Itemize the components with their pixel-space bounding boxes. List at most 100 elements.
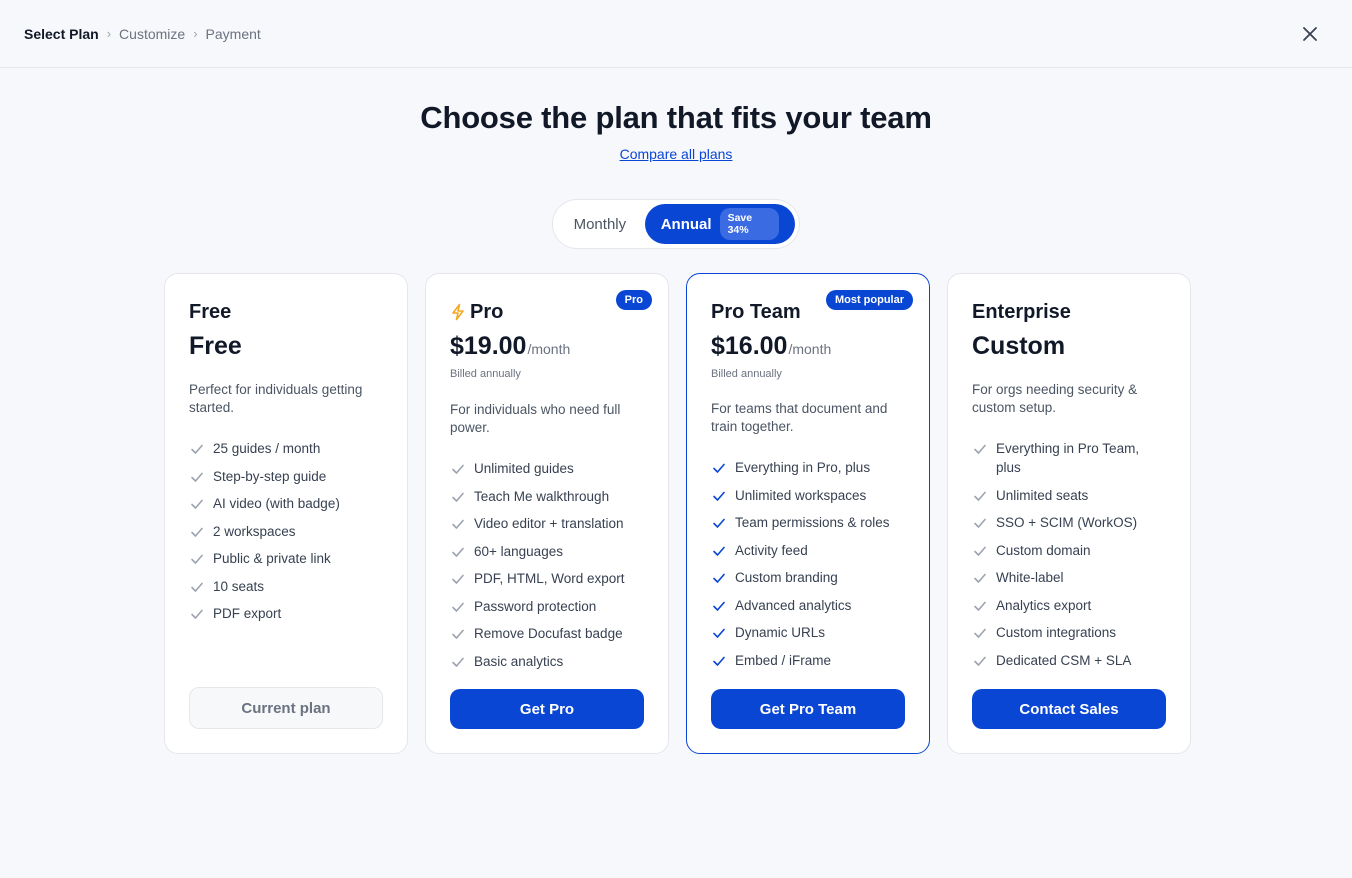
feature-label: Team permissions & roles <box>735 515 890 530</box>
check-icon <box>452 574 464 584</box>
feature-label: Public & private link <box>213 551 331 566</box>
feature-label: Basic analytics <box>474 653 564 669</box>
check-icon <box>452 519 464 529</box>
plan-price-period: /month <box>788 341 832 357</box>
plan-price-amount: Custom <box>972 332 1066 360</box>
breadcrumb-separator: › <box>106 26 112 41</box>
plan-description: For teams that document and train togeth… <box>711 401 888 434</box>
breadcrumb-step-payment[interactable]: Payment <box>206 26 261 42</box>
billed-note: Billed annually <box>450 368 521 380</box>
compare-link-wrapper: Compare all plans <box>0 146 1352 164</box>
feature-label: PDF, HTML, Word export <box>474 571 625 586</box>
check-icon <box>974 601 986 611</box>
breadcrumb-step-customize[interactable]: Customize <box>119 26 185 42</box>
check-icon <box>191 444 203 454</box>
feature-item: Dynamic URLs <box>711 623 905 642</box>
compare-all-plans-link[interactable]: Compare all plans <box>620 146 733 162</box>
top-bar: Select Plan › Customize › Payment <box>0 0 1352 68</box>
current-plan-button[interactable]: Current plan <box>189 687 383 729</box>
check-icon <box>713 491 725 501</box>
feature-label: White-label <box>996 570 1064 585</box>
check-icon <box>713 656 725 666</box>
plan-name: Pro <box>470 300 504 323</box>
feature-item: Advanced analytics <box>711 596 905 615</box>
feature-label: PDF export <box>213 606 282 621</box>
feature-label: Unlimited workspaces <box>735 487 867 503</box>
plan-card-free: Free Free Perfect for individuals gettin… <box>164 273 408 754</box>
most-popular-badge: Most popular <box>825 290 913 310</box>
feature-label: Remove Docufast badge <box>474 626 623 641</box>
plan-name: Enterprise <box>972 300 1071 323</box>
plan-description: Perfect for individuals getting started. <box>189 382 363 415</box>
feature-item: Basic analytics <box>450 652 644 671</box>
contact-sales-button[interactable]: Contact Sales <box>972 689 1166 729</box>
feature-item: Team permissions & roles <box>711 513 905 532</box>
feature-item: Analytics export <box>972 596 1166 615</box>
check-icon <box>452 629 464 639</box>
check-icon <box>191 582 203 592</box>
feature-item: White-label <box>972 568 1166 587</box>
check-icon <box>452 547 464 557</box>
feature-item: Custom domain <box>972 541 1166 560</box>
breadcrumb-step-select-plan[interactable]: Select Plan <box>24 26 99 42</box>
feature-item: Custom integrations <box>972 623 1166 642</box>
billed-note: Billed annually <box>711 368 782 380</box>
feature-label: AI video (with badge) <box>213 496 340 511</box>
feature-label: 10 seats <box>213 578 265 594</box>
check-icon <box>713 546 725 556</box>
billing-toggle: Monthly Annual Save 34% <box>552 199 800 249</box>
feature-item: Unlimited guides <box>450 459 644 478</box>
feature-list: Everything in Pro, plus Unlimited workspa… <box>711 458 905 670</box>
plan-price: $16.00 /month <box>711 332 905 362</box>
feature-label: Analytics export <box>996 597 1092 613</box>
check-icon <box>713 601 725 611</box>
plan-price: Free <box>189 332 383 362</box>
feature-label: 25 guides / month <box>213 441 321 456</box>
check-icon <box>713 463 725 473</box>
plan-description: For individuals who need full power. <box>450 402 621 435</box>
feature-label: Dedicated CSM + SLA <box>996 652 1132 668</box>
feature-label: 60+ languages <box>474 543 563 559</box>
check-icon <box>191 609 203 619</box>
feature-list: Unlimited guides Teach Me walkthrough Vide… <box>450 459 644 671</box>
feature-label: Custom domain <box>996 542 1091 558</box>
feature-label: Custom integrations <box>996 625 1117 640</box>
feature-label: Password protection <box>474 598 597 614</box>
plan-card-pro-team: Most popular Pro Team $16.00 /month Bill… <box>686 273 930 754</box>
page-title: Choose the plan that fits your team <box>420 100 932 135</box>
feature-label: Dynamic URLs <box>735 625 826 640</box>
feature-list: 25 guides / month Step-by-step guide AI vi… <box>189 439 383 623</box>
check-icon <box>713 518 725 528</box>
feature-label: Custom branding <box>735 570 838 585</box>
close-button[interactable] <box>1298 22 1322 46</box>
feature-label: Everything in Pro Team, plus <box>996 441 1140 475</box>
feature-label: SSO + SCIM (WorkOS) <box>996 515 1138 530</box>
check-icon <box>974 573 986 583</box>
feature-item: Public & private link <box>189 549 383 568</box>
plan-card-enterprise: Enterprise Custom For orgs needing secur… <box>947 273 1191 754</box>
get-pro-team-button[interactable]: Get Pro Team <box>711 689 905 729</box>
plan-name: Free <box>189 300 232 323</box>
check-icon <box>452 602 464 612</box>
feature-item: Step-by-step guide <box>189 467 383 486</box>
feature-item: Activity feed <box>711 541 905 560</box>
feature-item: Video editor + translation <box>450 514 644 533</box>
plan-description: For orgs needing security & custom setup… <box>972 382 1138 415</box>
get-pro-button[interactable]: Get Pro <box>450 689 644 729</box>
check-icon <box>191 472 203 482</box>
feature-item: AI video (with badge) <box>189 494 383 513</box>
feature-item: Remove Docufast badge <box>450 624 644 643</box>
plan-name-row: Pro <box>450 298 644 326</box>
feature-item: PDF, HTML, Word export <box>450 569 644 588</box>
feature-label: Unlimited seats <box>996 487 1089 503</box>
feature-item: 25 guides / month <box>189 439 383 458</box>
feature-label: Teach Me walkthrough <box>474 488 610 504</box>
save-badge: Save 34% <box>719 208 779 240</box>
close-icon <box>1303 27 1317 41</box>
feature-label: Everything in Pro, plus <box>735 460 871 475</box>
plan-badge: Pro <box>615 290 652 310</box>
billing-monthly-option[interactable]: Monthly <box>557 204 643 244</box>
billing-annual-option[interactable]: Annual Save 34% <box>644 204 795 244</box>
check-icon <box>191 499 203 509</box>
feature-item: SSO + SCIM (WorkOS) <box>972 513 1166 532</box>
